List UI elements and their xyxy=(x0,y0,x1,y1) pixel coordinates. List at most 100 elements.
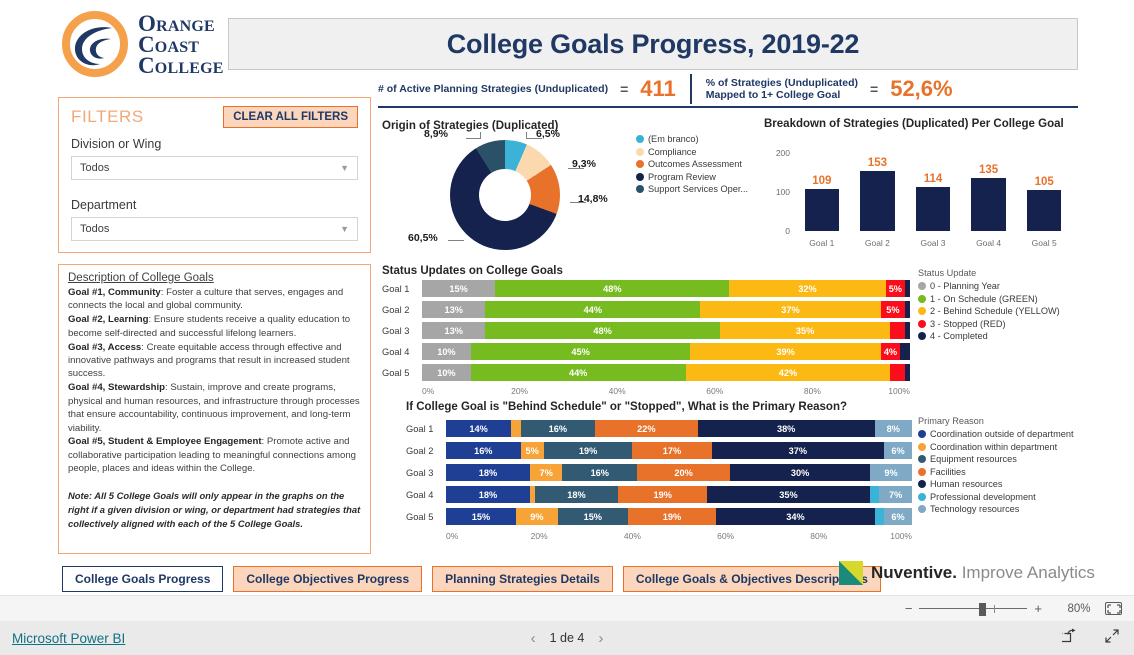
stacked-bar-segment[interactable]: 15% xyxy=(446,508,516,525)
stacked-bar-row[interactable]: Goal 1 15% 48% 32% 5% xyxy=(382,280,910,297)
stacked-bar-segment[interactable]: 22% xyxy=(595,420,698,437)
stacked-bar-segment[interactable]: 7% xyxy=(879,486,912,503)
stacked-bar-segment[interactable]: 5% xyxy=(885,280,906,297)
column-bar[interactable] xyxy=(915,186,951,231)
legend-item[interactable]: Human resources xyxy=(918,479,1074,489)
stacked-bar-segment[interactable]: 8% xyxy=(874,420,912,437)
stacked-bar-segment[interactable] xyxy=(870,486,880,503)
stacked-bar-segment[interactable]: 4% xyxy=(880,343,901,360)
stacked-bar-segment[interactable]: 48% xyxy=(495,280,730,297)
legend-item[interactable]: Coordination outside of department xyxy=(918,429,1074,439)
stacked-bar-segment[interactable]: 10% xyxy=(422,364,471,381)
chevron-right-icon[interactable]: › xyxy=(584,630,617,647)
legend-item[interactable]: 4 - Completed xyxy=(918,331,1060,341)
legend-item[interactable]: Support Services Oper... xyxy=(636,184,748,194)
stacked-bar-segment[interactable]: 42% xyxy=(685,364,891,381)
legend-item[interactable]: Facilities xyxy=(918,467,1074,477)
stacked-bar-segment[interactable]: 35% xyxy=(719,322,891,339)
legend-item[interactable]: Professional development xyxy=(918,492,1074,502)
stacked-bar-segment[interactable]: 5% xyxy=(520,442,544,459)
stacked-bar-row[interactable]: Goal 4 10% 45% 39% 4% xyxy=(382,343,910,360)
legend-item[interactable]: 0 - Planning Year xyxy=(918,281,1060,291)
legend-item[interactable]: Technology resources xyxy=(918,504,1074,514)
column-bar-group[interactable]: 153 Goal 2 xyxy=(860,153,895,248)
column-bar-group[interactable]: 135 Goal 4 xyxy=(971,153,1006,248)
primary-reason-chart[interactable]: Goal 1 14% 16% 22% 38% 8% Goal 2 16% 5% 19% 17% 37%… xyxy=(406,420,912,544)
stacked-bar-segment[interactable]: 16% xyxy=(520,420,596,437)
stacked-bar-segment[interactable] xyxy=(905,322,910,339)
stacked-bar-segment[interactable]: 44% xyxy=(470,364,686,381)
stacked-bar-segment[interactable]: 16% xyxy=(562,464,638,481)
stacked-bar-segment[interactable]: 17% xyxy=(632,442,712,459)
stacked-bar-segment[interactable]: 18% xyxy=(446,486,530,503)
stacked-bar-segment[interactable]: 6% xyxy=(884,442,912,459)
legend-item[interactable]: 1 - On Schedule (GREEN) xyxy=(918,294,1060,304)
stacked-bar-segment[interactable]: 10% xyxy=(422,343,471,360)
stacked-bar-segment[interactable]: 19% xyxy=(627,508,717,525)
stacked-bar-row[interactable]: Goal 2 13% 44% 37% 5% xyxy=(382,301,910,318)
microsoft-power-bi-link[interactable]: Microsoft Power BI xyxy=(12,631,125,646)
stacked-bar-segment[interactable]: 18% xyxy=(446,464,530,481)
stacked-bar-segment[interactable]: 32% xyxy=(729,280,886,297)
stacked-bar-segment[interactable]: 19% xyxy=(543,442,633,459)
stacked-bar-segment[interactable]: 9% xyxy=(515,508,558,525)
origin-of-strategies-donut[interactable] xyxy=(430,140,580,250)
share-icon[interactable] xyxy=(1059,628,1078,649)
stacked-bar-segment[interactable]: 37% xyxy=(711,442,884,459)
legend-item[interactable]: Equipment resources xyxy=(918,454,1074,464)
stacked-bar-segment[interactable]: 48% xyxy=(485,322,720,339)
filter-select-division-or-wing[interactable]: Todos ▼ xyxy=(71,156,358,180)
stacked-bar-segment[interactable]: 30% xyxy=(730,464,871,481)
filter-select-department[interactable]: Todos ▼ xyxy=(71,217,358,241)
stacked-bar-row[interactable]: Goal 3 13% 48% 35% xyxy=(382,322,910,339)
zoom-in-button[interactable]: + xyxy=(1034,602,1042,615)
stacked-bar-segment[interactable]: 15% xyxy=(422,280,496,297)
stacked-bar-segment[interactable] xyxy=(874,508,884,525)
stacked-bar-segment[interactable]: 45% xyxy=(470,343,691,360)
stacked-bar-segment[interactable]: 34% xyxy=(716,508,875,525)
stacked-bar-segment[interactable]: 13% xyxy=(422,322,486,339)
fit-to-page-icon[interactable] xyxy=(1105,602,1122,615)
stacked-bar-segment[interactable]: 44% xyxy=(485,301,701,318)
stacked-bar-segment[interactable] xyxy=(900,343,910,360)
clear-all-filters-button[interactable]: CLEAR ALL FILTERS xyxy=(223,106,358,128)
stacked-bar-segment[interactable]: 5% xyxy=(880,301,906,318)
zoom-out-button[interactable]: − xyxy=(905,602,913,615)
stacked-bar-segment[interactable] xyxy=(905,280,910,297)
column-bar[interactable] xyxy=(1026,190,1062,231)
status-updates-chart[interactable]: Goal 1 15% 48% 32% 5% Goal 2 13% 44% 37% 5% Goal 3… xyxy=(382,280,910,399)
report-tab-2[interactable]: College Objectives Progress xyxy=(233,566,423,592)
stacked-bar-segment[interactable] xyxy=(905,364,910,381)
column-bar[interactable] xyxy=(804,188,840,231)
legend-item[interactable]: 2 - Behind Schedule (YELLOW) xyxy=(918,306,1060,316)
stacked-bar-row[interactable]: Goal 4 18% 18% 19% 35% 7% xyxy=(406,486,912,503)
legend-item[interactable]: 3 - Stopped (RED) xyxy=(918,319,1060,329)
report-tab-1[interactable]: College Goals Progress xyxy=(62,566,224,592)
stacked-bar-segment[interactable] xyxy=(511,420,521,437)
stacked-bar-row[interactable]: Goal 2 16% 5% 19% 17% 37% 6% xyxy=(406,442,912,459)
zoom-slider-thumb[interactable] xyxy=(979,602,987,616)
stacked-bar-segment[interactable]: 15% xyxy=(557,508,628,525)
stacked-bar-segment[interactable]: 6% xyxy=(884,508,912,525)
stacked-bar-segment[interactable] xyxy=(890,322,906,339)
column-bar-group[interactable]: 105 Goal 5 xyxy=(1026,153,1062,248)
stacked-bar-segment[interactable]: 13% xyxy=(422,301,486,318)
legend-item[interactable]: (Em branco) xyxy=(636,134,748,144)
zoom-slider[interactable] xyxy=(919,602,1028,616)
stacked-bar-segment[interactable]: 9% xyxy=(870,464,912,481)
stacked-bar-segment[interactable] xyxy=(905,301,910,318)
stacked-bar-segment[interactable]: 19% xyxy=(618,486,707,503)
fullscreen-icon[interactable] xyxy=(1104,628,1120,649)
stacked-bar-segment[interactable]: 18% xyxy=(534,486,619,503)
stacked-bar-row[interactable]: Goal 5 15% 9% 15% 19% 34% 6% xyxy=(406,508,912,525)
column-bar-group[interactable]: 109 Goal 1 xyxy=(804,153,840,248)
legend-item[interactable]: Coordination within department xyxy=(918,442,1074,452)
stacked-bar-segment[interactable]: 37% xyxy=(700,301,881,318)
stacked-bar-segment[interactable]: 16% xyxy=(446,442,521,459)
stacked-bar-segment[interactable]: 7% xyxy=(529,464,563,481)
stacked-bar-row[interactable]: Goal 1 14% 16% 22% 38% 8% xyxy=(406,420,912,437)
stacked-bar-segment[interactable]: 35% xyxy=(706,486,871,503)
breakdown-per-goal-chart[interactable]: 0 100 200 109 Goal 1 153 Goal 2 114 Goal 3 135 Goa… xyxy=(764,135,1074,253)
legend-item[interactable]: Outcomes Assessment xyxy=(636,159,748,169)
donut-ring[interactable] xyxy=(450,140,560,250)
